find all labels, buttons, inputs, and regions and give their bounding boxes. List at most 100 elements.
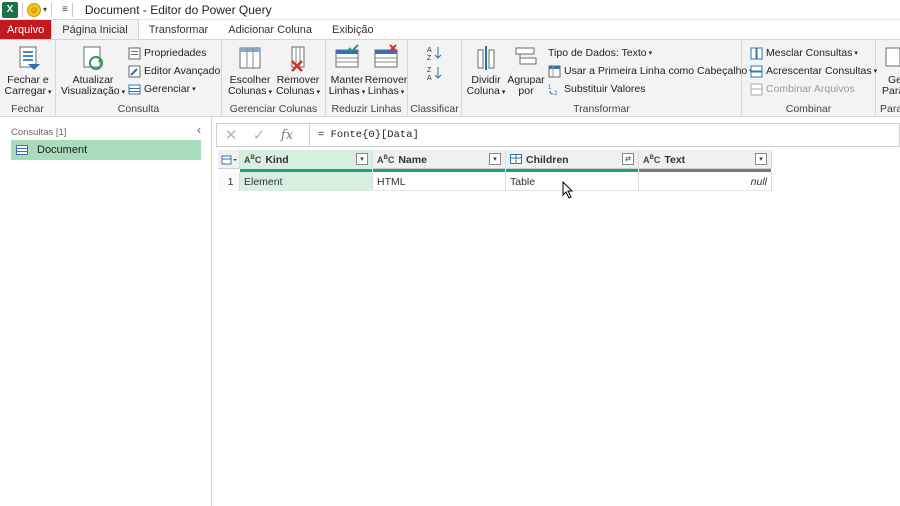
select-all-table-icon[interactable]: [218, 150, 240, 169]
remove-columns-icon: [284, 44, 312, 72]
merge-queries-button[interactable]: Mesclar Consultas ▾: [750, 45, 858, 61]
separator: [51, 2, 53, 17]
advanced-editor-button[interactable]: Editor Avançado: [128, 63, 220, 79]
group-fechar: Fechar e Carregar ▾ Fechar: [0, 40, 56, 117]
tab-pagina-inicial[interactable]: Página Inicial: [51, 19, 139, 39]
use-first-row-headers-button[interactable]: Usar a Primeira Linha como Cabeçalho▾: [548, 63, 753, 79]
group-parametros: Ge Parâ Para: [876, 40, 900, 117]
text-type-icon: ABC: [643, 154, 661, 165]
group-consulta: Atualizar Visualização ▾ Propriedades Edi…: [56, 40, 222, 117]
choose-columns-button[interactable]: Escolher Colunas ▾: [226, 44, 274, 98]
first-row-headers-icon: [548, 65, 561, 78]
ribbon-tabs: Arquivo Página Inicial Transformar Adici…: [0, 19, 900, 39]
svg-text:2: 2: [554, 91, 558, 96]
group-transformar: Dividir Coluna ▾ Agrupar por Tipo de Dado…: [462, 40, 753, 117]
tab-arquivo[interactable]: Arquivo: [0, 20, 52, 39]
query-item-document[interactable]: Document: [11, 140, 201, 160]
formula-input[interactable]: = Fonte{0}[Data]: [318, 129, 419, 141]
sort-descending-icon: ZA: [426, 65, 442, 82]
sort-ascending-icon: AZ: [426, 45, 442, 62]
close-and-load-button[interactable]: Fechar e Carregar ▾: [4, 44, 52, 98]
btn-label: Linhas ▾: [367, 85, 405, 97]
insert-function-icon[interactable]: fx: [273, 128, 301, 143]
filter-dropdown-icon[interactable]: ▾: [356, 153, 368, 165]
choose-columns-icon: [236, 44, 264, 72]
remove-columns-button[interactable]: Remover Colunas ▾: [274, 44, 322, 98]
append-queries-icon: [750, 65, 763, 78]
table-row[interactable]: 1 Element HTML Table null: [218, 172, 772, 191]
refresh-icon: [79, 44, 107, 72]
window-title: Document - Editor do Power Query: [84, 2, 272, 17]
split-column-button[interactable]: Dividir Coluna ▾: [466, 44, 506, 98]
advanced-editor-icon: [128, 65, 141, 78]
merge-queries-icon: [750, 47, 763, 60]
split-column-icon: [472, 44, 500, 72]
remove-rows-icon: [372, 44, 400, 72]
combine-files-button[interactable]: Combinar Arquivos: [750, 81, 855, 97]
filter-dropdown-icon[interactable]: ▾: [489, 153, 501, 165]
close-load-icon: [14, 44, 42, 72]
column-header-kind[interactable]: ABC Kind ▾: [240, 150, 373, 172]
tab-exibicao[interactable]: Exibição: [322, 20, 384, 39]
query-label: Document: [37, 144, 88, 156]
keep-rows-icon: [333, 44, 361, 72]
row-number[interactable]: 1: [218, 172, 240, 191]
properties-button[interactable]: Propriedades: [128, 45, 206, 61]
keep-rows-button[interactable]: Manter Linhas ▾: [328, 44, 366, 98]
customize-toolbar-icon[interactable]: ≡: [62, 4, 68, 15]
sort-descending-button[interactable]: ZA: [426, 64, 445, 82]
table-type-icon: [510, 153, 522, 166]
formula-bar: ✕ ✓ fx = Fonte{0}[Data]: [216, 123, 900, 147]
append-queries-button[interactable]: Acrescentar Consultas ▾: [750, 63, 877, 79]
btn-label: por: [518, 85, 534, 97]
replace-values-button[interactable]: 12 Substituir Valores: [548, 81, 646, 97]
tab-adicionar-coluna[interactable]: Adicionar Coluna: [218, 20, 322, 39]
chevron-down-icon[interactable]: ▾: [43, 5, 47, 14]
filter-dropdown-icon[interactable]: ▾: [755, 153, 767, 165]
manage-icon: [128, 83, 141, 96]
replace-values-icon: 12: [548, 83, 561, 97]
group-label: Reduzir Linhas: [331, 103, 402, 115]
collapse-pane-icon[interactable]: ‹: [197, 123, 201, 137]
table-cell[interactable]: Element: [240, 172, 373, 191]
title-bar: X ☺ ▾ ≡ Document - Editor do Power Query: [0, 0, 900, 20]
manage-button[interactable]: Gerenciar ▾: [128, 81, 196, 97]
group-label: Transformar: [573, 103, 630, 115]
btn-label: Carregar ▾: [4, 85, 52, 97]
group-label: Consulta: [117, 103, 160, 115]
group-combinar: Mesclar Consultas ▾ Acrescentar Consultas…: [742, 40, 877, 117]
combine-files-icon: [750, 83, 763, 96]
btn-label: Visualização ▾: [60, 85, 126, 97]
data-grid: ABC Kind ▾ ABC Name ▾ Children ⇄ ABC Tex…: [218, 150, 772, 191]
commit-formula-icon[interactable]: ✓: [245, 126, 273, 144]
table-cell[interactable]: HTML: [373, 172, 506, 191]
svg-text:A: A: [427, 47, 432, 54]
ribbon: Fechar e Carregar ▾ Fechar Atualizar Visu…: [0, 39, 900, 117]
btn-label: Colunas ▾: [227, 85, 273, 97]
mouse-cursor-icon: [562, 180, 574, 199]
btn-label: Coluna ▾: [466, 85, 506, 97]
data-type-dropdown[interactable]: Tipo de Dados: Texto ▾: [548, 45, 652, 61]
expand-column-icon[interactable]: ⇄: [622, 153, 634, 165]
refresh-preview-button[interactable]: Atualizar Visualização ▾: [60, 44, 126, 98]
manage-parameters-button[interactable]: Ge Parâ: [878, 44, 900, 97]
separator: [71, 2, 73, 17]
tab-transformar[interactable]: Transformar: [139, 20, 219, 39]
group-gerenciar-colunas: Escolher Colunas ▾ Remover Colunas ▾ Geren…: [222, 40, 326, 117]
feedback-smiley-icon[interactable]: ☺: [27, 2, 41, 17]
column-header-text[interactable]: ABC Text ▾: [639, 150, 772, 172]
group-by-button[interactable]: Agrupar por: [506, 44, 546, 97]
queries-header: Consultas [1]: [11, 127, 67, 138]
text-type-icon: ABC: [377, 154, 395, 165]
parameters-icon: [878, 44, 900, 72]
column-header-children[interactable]: Children ⇄: [506, 150, 639, 172]
column-header-name[interactable]: ABC Name ▾: [373, 150, 506, 172]
table-cell[interactable]: null: [639, 172, 772, 191]
sort-ascending-button[interactable]: AZ: [426, 44, 445, 62]
group-label: Fechar: [11, 103, 44, 115]
remove-rows-button[interactable]: Remover Linhas ▾: [365, 44, 407, 98]
svg-text:Z: Z: [427, 55, 432, 61]
group-classificar: AZ ZA Classificar: [408, 40, 462, 117]
svg-text:A: A: [427, 75, 432, 81]
cancel-formula-icon[interactable]: ✕: [217, 126, 245, 144]
